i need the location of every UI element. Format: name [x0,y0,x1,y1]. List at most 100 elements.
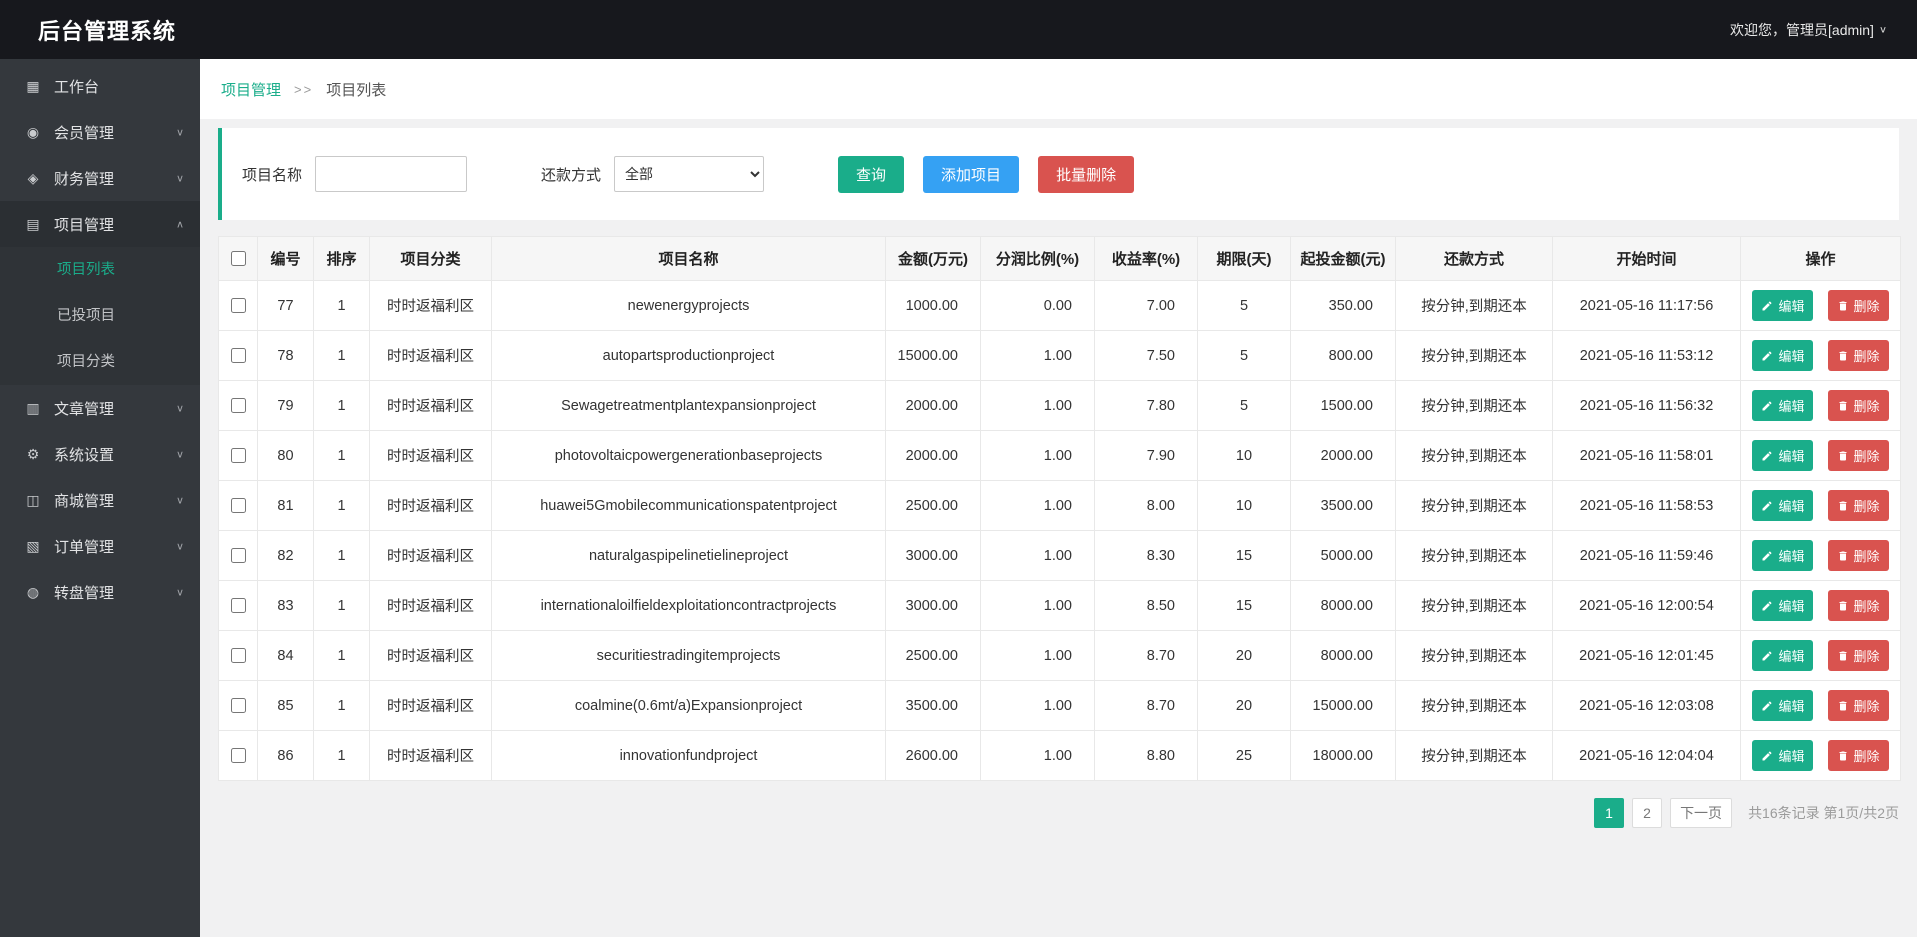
sidebar-item-settings[interactable]: ⚙ 系统设置 ∨ [0,431,200,477]
cell-amount: 2500.00 [885,480,981,531]
delete-button[interactable]: 删除 [1827,590,1889,621]
sidebar-item-members[interactable]: ◉ 会员管理 ∨ [0,109,200,155]
cell-project-name: autopartsproductionproject [491,330,886,381]
cell-sort: 1 [313,730,370,781]
sidebar-subitem-invested-projects[interactable]: 已投项目 [0,293,200,339]
edit-button[interactable]: 编辑 [1752,390,1814,421]
cell-min-investment: 800.00 [1290,330,1396,381]
delete-button[interactable]: 删除 [1827,340,1889,371]
search-button[interactable]: 查询 [838,155,905,193]
user-menu[interactable]: 欢迎您，管理员[admin] ∨ [1730,20,1887,40]
sidebar-item-label: 项目管理 [54,216,115,234]
gear-icon: ⚙ [26,445,40,462]
cell-term-days: 10 [1197,430,1291,481]
project-icon: ▤ [26,215,40,232]
edit-button[interactable]: 编辑 [1752,290,1814,321]
next-page-button[interactable]: 下一页 [1670,798,1733,828]
cell-min-investment: 15000.00 [1290,680,1396,731]
delete-button[interactable]: 删除 [1827,440,1889,471]
sidebar-item-orders[interactable]: ▧ 订单管理 ∨ [0,523,200,569]
row-select-cell [218,730,258,781]
sidebar-subitem-project-list[interactable]: 项目列表 [0,247,200,293]
page-button-1[interactable]: 1 [1594,798,1625,828]
cell-term-days: 5 [1197,330,1291,381]
cell-id: 81 [257,480,314,531]
row-select-cell [218,380,258,431]
chevron-up-icon: ∧ [175,219,184,230]
trash-icon [1839,351,1847,360]
cell-repay-method: 按分钟,到期还本 [1395,380,1553,431]
cell-min-investment: 18000.00 [1290,730,1396,781]
page-button-2[interactable]: 2 [1632,798,1663,828]
project-name-input[interactable] [315,156,468,192]
cell-actions: 编辑 删除 [1740,380,1901,431]
cell-actions: 编辑 删除 [1740,580,1901,631]
table-row: 81 1 时时返福利区 huawei5Gmobilecommunications… [218,480,1901,531]
cell-repay-method: 按分钟,到期还本 [1395,430,1553,481]
row-checkbox[interactable] [231,597,246,613]
edit-button[interactable]: 编辑 [1752,740,1814,771]
sidebar-item-finance[interactable]: ◈ 财务管理 ∨ [0,155,200,201]
sidebar-item-mall[interactable]: ◫ 商城管理 ∨ [0,477,200,523]
edit-button[interactable]: 编辑 [1752,590,1814,621]
sidebar-item-label: 系统设置 [54,446,115,464]
edit-button[interactable]: 编辑 [1752,540,1814,571]
edit-button[interactable]: 编辑 [1752,490,1814,521]
sidebar-item-workbench[interactable]: ▦ 工作台 [0,63,200,109]
topbar: 后台管理系统 欢迎您，管理员[admin] ∨ [0,0,1917,59]
cell-start-time: 2021-05-16 12:04:04 [1552,730,1741,781]
batch-delete-button[interactable]: 批量删除 [1038,155,1135,193]
delete-button[interactable]: 删除 [1827,690,1889,721]
breadcrumb-separator: >> [294,81,314,97]
sidebar-item-projects[interactable]: ▤ 项目管理 ∧ [0,201,200,247]
cell-repay-method: 按分钟,到期还本 [1395,730,1553,781]
select-all-checkbox[interactable] [231,250,246,266]
table-row: 80 1 时时返福利区 photovoltaicpowergenerationb… [218,430,1901,481]
column-header: 排序 [313,236,370,281]
delete-button-label: 删除 [1853,699,1880,714]
row-checkbox[interactable] [231,747,246,763]
cell-yield-rate: 7.00 [1094,280,1198,331]
delete-button-label: 删除 [1853,349,1880,364]
row-checkbox[interactable] [231,547,246,563]
cell-yield-rate: 7.90 [1094,430,1198,481]
edit-button[interactable]: 编辑 [1752,340,1814,371]
row-select-cell [218,630,258,681]
sidebar-item-turntable[interactable]: ◍ 转盘管理 ∨ [0,569,200,615]
delete-button[interactable]: 删除 [1827,490,1889,521]
edit-button[interactable]: 编辑 [1752,440,1814,471]
cell-project-name: coalmine(0.6mt/a)Expansionproject [491,680,886,731]
row-checkbox[interactable] [231,647,246,663]
repay-method-select[interactable]: 全部 [614,156,765,192]
sidebar-item-articles[interactable]: ▥ 文章管理 ∨ [0,385,200,431]
row-checkbox[interactable] [231,697,246,713]
column-header: 开始时间 [1552,236,1741,281]
sidebar-item-label: 商城管理 [54,492,115,510]
breadcrumb-parent-link[interactable]: 项目管理 [221,79,281,100]
add-project-button[interactable]: 添加项目 [923,155,1020,193]
row-checkbox[interactable] [231,447,246,463]
member-icon: ◉ [26,123,40,140]
cell-amount: 2000.00 [885,430,981,481]
table-row: 83 1 时时返福利区 internationaloilfieldexploit… [218,580,1901,631]
delete-button[interactable]: 删除 [1827,290,1889,321]
row-checkbox[interactable] [231,297,246,313]
row-checkbox[interactable] [231,497,246,513]
chevron-down-icon: ∨ [175,173,184,184]
delete-button[interactable]: 删除 [1827,640,1889,671]
row-checkbox[interactable] [231,347,246,363]
cell-category: 时时返福利区 [369,630,492,681]
cell-term-days: 15 [1197,530,1291,581]
row-checkbox[interactable] [231,397,246,413]
mall-icon: ◫ [26,491,40,508]
sidebar-subitem-project-categories[interactable]: 项目分类 [0,339,200,385]
edit-button-label: 编辑 [1778,599,1805,614]
delete-button[interactable]: 删除 [1827,390,1889,421]
cell-yield-rate: 8.80 [1094,730,1198,781]
delete-button[interactable]: 删除 [1827,740,1889,771]
edit-button[interactable]: 编辑 [1752,640,1814,671]
edit-button[interactable]: 编辑 [1752,690,1814,721]
cell-amount: 2500.00 [885,630,981,681]
finance-icon: ◈ [27,169,39,186]
delete-button[interactable]: 删除 [1827,540,1889,571]
